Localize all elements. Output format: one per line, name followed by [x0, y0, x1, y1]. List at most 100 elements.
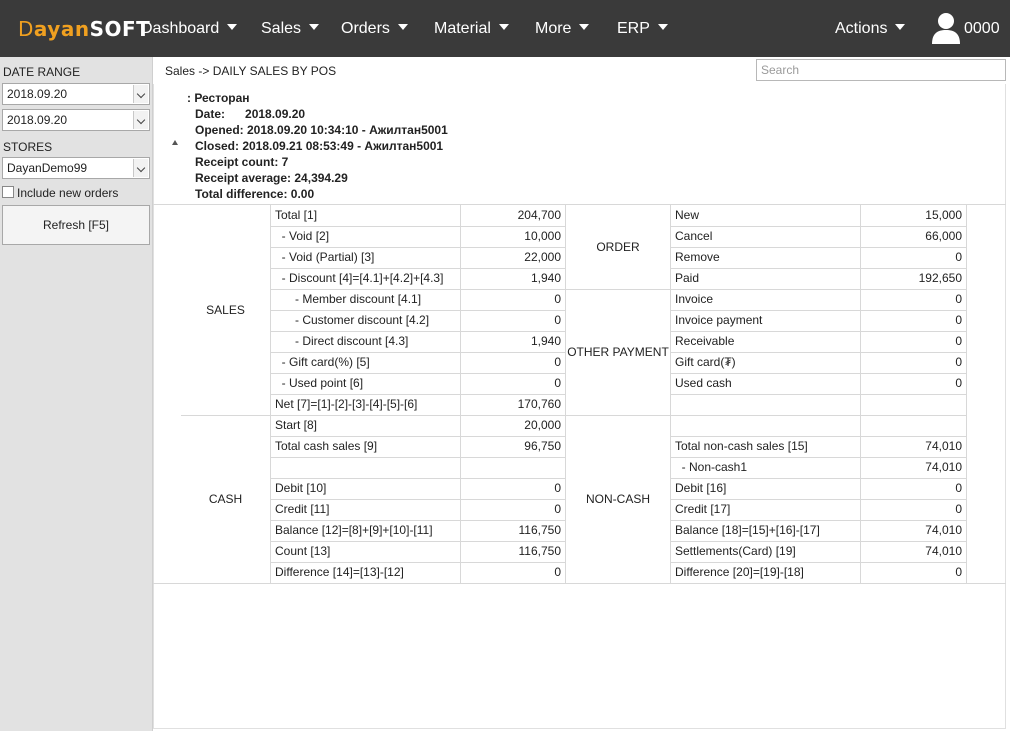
row-value: 204,700: [517, 208, 561, 222]
shift-summary: : Ресторан Date: 2018.09.20 Opened: 2018…: [187, 90, 448, 202]
date-from-value: 2018.09.20: [7, 87, 68, 101]
row-value: 1,940: [530, 334, 561, 348]
column-divider: [565, 204, 566, 583]
row-value: [461, 457, 565, 478]
row-value: 192,650: [918, 271, 962, 285]
summary-total-difference: Total difference: 0.00: [195, 187, 315, 201]
row-value: 0: [554, 481, 561, 495]
nav-material-label: Material: [434, 20, 491, 37]
nav-sales[interactable]: Sales: [261, 20, 320, 38]
search-input[interactable]: [756, 59, 1006, 81]
chevron-down-icon: [227, 24, 238, 30]
date-from-picker[interactable]: 2018.09.20: [2, 83, 150, 105]
chevron-down-icon[interactable]: [133, 111, 148, 129]
group-label: OTHER PAYMENT: [567, 345, 669, 359]
group-label: CASH: [208, 492, 243, 506]
row-value: 74,010: [925, 460, 962, 474]
chevron-down-icon: [579, 24, 590, 30]
summary-date: Date: 2018.09.20: [187, 106, 448, 122]
stores-label: STORES: [3, 140, 53, 154]
row-value: 0: [554, 355, 561, 369]
chevron-down-icon[interactable]: [133, 85, 148, 103]
nav-dashboard-label: Dashboard: [141, 20, 220, 37]
store-select[interactable]: DayanDemo99: [2, 157, 150, 179]
include-new-orders-checkbox[interactable]: [2, 186, 14, 198]
store-value: DayanDemo99: [7, 161, 88, 175]
row-value: 0: [955, 565, 962, 579]
row-value: 0: [955, 334, 962, 348]
column-divider: [270, 204, 271, 583]
row-label: - Void [2]: [275, 229, 330, 243]
actions-menu[interactable]: Actions: [835, 20, 906, 38]
nav-more[interactable]: More: [535, 20, 590, 38]
row-label: - Member discount [4.1]: [275, 292, 422, 306]
summary-opened: Opened: 2018.09.20 10:34:10 - Ажилтан500…: [195, 123, 448, 137]
row-value: 170,760: [517, 397, 561, 411]
row-label: Invoice payment: [675, 313, 763, 327]
row-label: Total non-cash sales [15]: [675, 439, 808, 453]
table-top-border: [153, 204, 1006, 205]
summary-closed: Closed: 2018.09.21 08:53:49 - Ажилтан500…: [195, 139, 444, 153]
row-value: 0: [955, 355, 962, 369]
row-label: [671, 415, 860, 436]
row-value: 0: [955, 250, 962, 264]
row-label: [271, 457, 460, 478]
column-divider: [966, 204, 967, 583]
row-value: 15,000: [925, 208, 962, 222]
row-label: Difference [20]=[19]-[18]: [675, 565, 804, 579]
nav-dashboard[interactable]: Dashboard: [141, 20, 238, 38]
chevron-down-icon[interactable]: [133, 159, 148, 177]
nav-erp[interactable]: ERP: [617, 20, 668, 38]
row-label: Balance [12]=[8]+[9]+[10]-[11]: [275, 523, 433, 537]
chevron-down-icon: [657, 24, 668, 30]
chevron-down-icon: [498, 24, 509, 30]
top-navigation-bar: DayanSOFT Dashboard Sales Orders Materia…: [0, 0, 1010, 57]
app-logo[interactable]: DayanSOFT: [18, 17, 150, 41]
row-value: 0: [955, 502, 962, 516]
nav-orders-label: Orders: [341, 20, 390, 37]
column-divider: [460, 204, 461, 583]
date-value: 2018.09.20: [245, 107, 306, 121]
row-value: [861, 394, 966, 415]
row-label: - Direct discount [4.3]: [275, 334, 409, 348]
row-value: 20,000: [524, 418, 561, 432]
row-label: Settlements(Card) [19]: [675, 544, 796, 558]
row-label: Credit [11]: [275, 502, 330, 516]
logo-letter: D: [18, 17, 34, 41]
group-label: ORDER: [596, 240, 640, 254]
refresh-button[interactable]: Refresh [F5]: [2, 205, 150, 245]
group-label: NON-CASH: [585, 492, 650, 506]
row-label: Remove: [675, 250, 720, 264]
row-value: 0: [955, 481, 962, 495]
row-label: Difference [14]=[13]-[12]: [275, 565, 404, 579]
row-value: 74,010: [925, 523, 962, 537]
row-value: 0: [554, 502, 561, 516]
nav-orders[interactable]: Orders: [341, 20, 408, 38]
row-value: 10,000: [524, 229, 561, 243]
row-label: Used cash: [675, 376, 732, 390]
row-value: 0: [554, 292, 561, 306]
row-value: 0: [955, 292, 962, 306]
row-label: - Gift card(%) [5]: [275, 355, 370, 369]
row-label: Debit [16]: [675, 481, 727, 495]
row-label: Debit [10]: [275, 481, 327, 495]
row-label: Gift card(₮): [675, 355, 736, 369]
date-to-picker[interactable]: 2018.09.20: [2, 109, 150, 131]
date-label: Date:: [195, 107, 226, 121]
column-divider: [670, 204, 671, 583]
table-bottom-border: [153, 583, 1006, 584]
row-label: Total cash sales [9]: [275, 439, 378, 453]
summary-receipt-count: Receipt count: 7: [195, 155, 289, 169]
logo-text-orange: ayan: [33, 17, 90, 41]
summary-receipt-average: Receipt average: 24,394.29: [195, 171, 348, 185]
user-name[interactable]: 0000: [964, 20, 1000, 38]
nav-material[interactable]: Material: [434, 20, 509, 38]
include-new-orders-label: Include new orders: [17, 186, 119, 200]
row-label: - Discount [4]=[4.1]+[4.2]+[4.3]: [275, 271, 444, 285]
row-value: 0: [554, 565, 561, 579]
row-label: - Used point [6]: [275, 376, 364, 390]
nav-erp-label: ERP: [617, 20, 650, 37]
collapse-icon[interactable]: [172, 140, 178, 145]
row-label: New: [675, 208, 700, 222]
user-icon[interactable]: [932, 12, 960, 44]
